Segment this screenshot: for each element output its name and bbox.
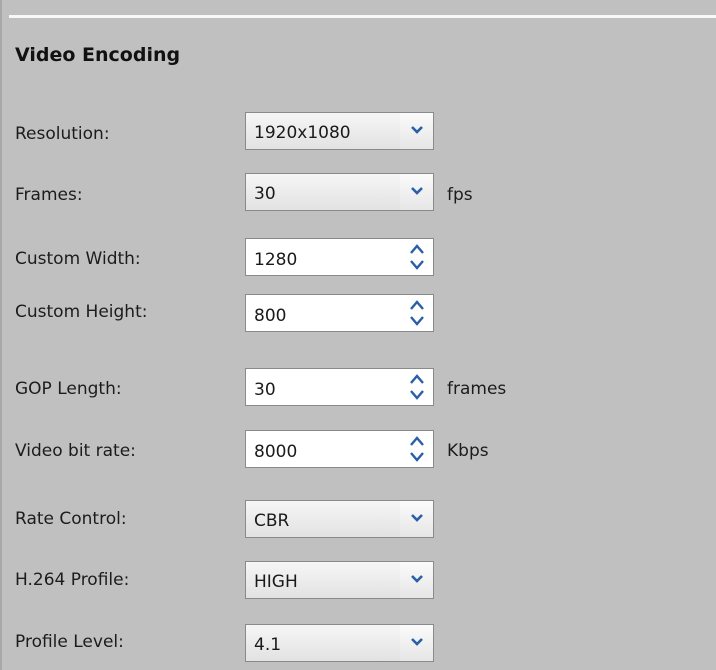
frames-dropdown-button[interactable] (400, 174, 433, 210)
custom-width-spinner[interactable]: 1280 (245, 238, 434, 276)
video-bit-rate-spin-buttons (400, 431, 433, 467)
resolution-dropdown[interactable]: 1920x1080 (245, 112, 434, 150)
custom-height-row: Custom Height: 800 (0, 294, 716, 334)
chevron-down-icon (411, 514, 423, 522)
custom-height-label: Custom Height: (15, 302, 148, 322)
section-divider (9, 15, 716, 18)
video-bit-rate-input[interactable]: 8000 (246, 431, 401, 467)
h264-profile-dropdown[interactable]: HIGH (245, 561, 434, 599)
custom-height-input[interactable]: 800 (246, 295, 401, 331)
rate-control-label: Rate Control: (15, 509, 127, 529)
video-bit-rate-row: Video bit rate: 8000 Kbps (0, 430, 716, 470)
chevron-down-icon (411, 638, 423, 646)
frames-dropdown[interactable]: 30 (245, 173, 434, 211)
gop-length-spinner[interactable]: 30 (245, 368, 434, 406)
chevron-down-icon (411, 126, 423, 134)
gop-length-row: GOP Length: 30 frames (0, 368, 716, 408)
chevron-down-icon (411, 575, 423, 583)
video-bit-rate-label: Video bit rate: (15, 441, 136, 461)
spin-up-icon[interactable] (409, 435, 425, 447)
video-bit-rate-unit: Kbps (447, 441, 489, 461)
frames-row: Frames: 30 fps (0, 173, 716, 213)
profile-level-dropdown-button[interactable] (400, 625, 433, 661)
custom-height-spinner[interactable]: 800 (245, 294, 434, 332)
frames-label: Frames: (15, 185, 83, 205)
custom-width-input[interactable]: 1280 (246, 239, 401, 275)
spin-down-icon[interactable] (409, 259, 425, 271)
profile-level-label: Profile Level: (15, 632, 124, 652)
rate-control-dropdown[interactable]: CBR (245, 500, 434, 538)
custom-width-row: Custom Width: 1280 (0, 238, 716, 278)
frames-value: 30 (246, 174, 401, 210)
spin-down-icon[interactable] (409, 315, 425, 327)
frames-unit: fps (447, 185, 473, 205)
gop-length-input[interactable]: 30 (246, 369, 401, 405)
rate-control-dropdown-button[interactable] (400, 501, 433, 537)
profile-level-value: 4.1 (246, 625, 401, 661)
gop-length-label: GOP Length: (15, 379, 122, 399)
rate-control-value: CBR (246, 501, 401, 537)
gop-length-unit: frames (447, 379, 507, 399)
video-bit-rate-spinner[interactable]: 8000 (245, 430, 434, 468)
h264-profile-row: H.264 Profile: HIGH (0, 561, 716, 601)
resolution-label: Resolution: (15, 124, 110, 144)
h264-profile-value: HIGH (246, 562, 401, 598)
spin-up-icon[interactable] (409, 373, 425, 385)
resolution-row: Resolution: 1920x1080 (0, 112, 716, 152)
resolution-dropdown-button[interactable] (400, 113, 433, 149)
gop-length-spin-buttons (400, 369, 433, 405)
spin-down-icon[interactable] (409, 451, 425, 463)
custom-height-spin-buttons (400, 295, 433, 331)
h264-profile-dropdown-button[interactable] (400, 562, 433, 598)
spin-down-icon[interactable] (409, 389, 425, 401)
chevron-down-icon (411, 187, 423, 195)
resolution-value: 1920x1080 (246, 113, 401, 149)
spin-up-icon[interactable] (409, 243, 425, 255)
spin-up-icon[interactable] (409, 299, 425, 311)
rate-control-row: Rate Control: CBR (0, 500, 716, 540)
custom-width-label: Custom Width: (15, 249, 141, 269)
custom-width-spin-buttons (400, 239, 433, 275)
profile-level-dropdown[interactable]: 4.1 (245, 624, 434, 662)
h264-profile-label: H.264 Profile: (15, 570, 130, 590)
profile-level-row: Profile Level: 4.1 (0, 624, 716, 664)
section-title: Video Encoding (15, 44, 181, 66)
